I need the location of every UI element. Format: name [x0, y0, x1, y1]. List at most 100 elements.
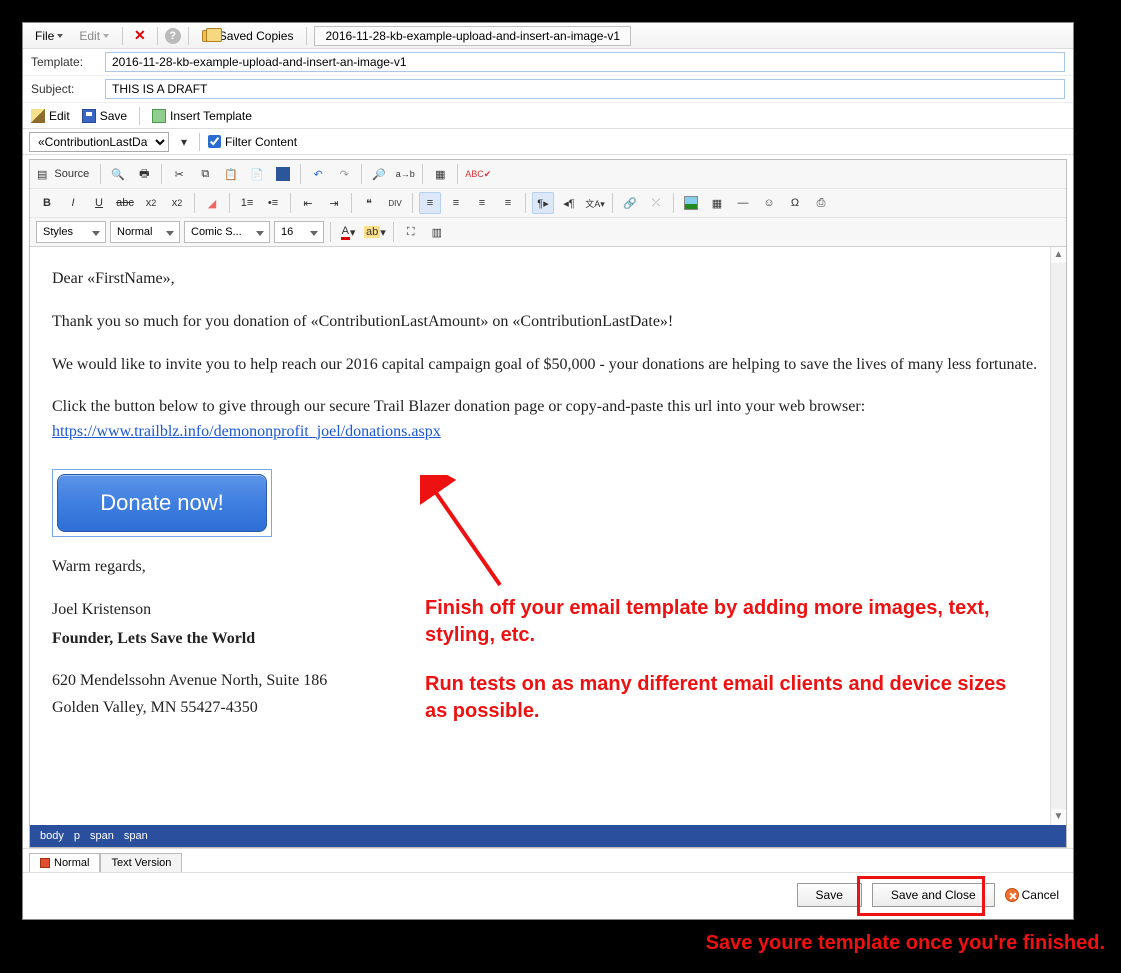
styles-combo[interactable]: Styles [36, 221, 106, 243]
source-button[interactable]: ▤ Source [36, 163, 94, 185]
spellcheck-icon[interactable]: ABC✔ [464, 163, 492, 185]
donate-image-selection[interactable]: Donate now! [52, 469, 272, 537]
donate-now-label: Donate now! [100, 486, 224, 520]
tab-text-version[interactable]: Text Version [100, 853, 182, 872]
scroll-up-icon[interactable]: ▲ [1051, 247, 1066, 263]
path-item[interactable]: body [40, 830, 64, 842]
paste-text-icon[interactable]: 📄 [246, 163, 268, 185]
bold-icon[interactable]: B [36, 192, 58, 214]
select-all-icon[interactable]: ▦ [429, 163, 451, 185]
smiley-icon[interactable]: ☺ [758, 192, 780, 214]
ltr-icon[interactable]: ¶▸ [532, 192, 554, 214]
subject-input[interactable] [105, 79, 1065, 99]
hr-icon[interactable]: — [732, 192, 754, 214]
insert-template-button[interactable]: Insert Template [152, 109, 252, 123]
filter-content-checkbox[interactable] [208, 135, 221, 148]
delete-icon[interactable]: ✕ [130, 27, 150, 44]
annotation-caption: Save youre template once you're finished… [706, 932, 1105, 955]
find-icon[interactable]: 🔎 [368, 163, 390, 185]
path-item[interactable]: p [74, 830, 80, 842]
separator [188, 27, 189, 45]
replace-icon[interactable]: a→b [394, 163, 416, 185]
format-combo[interactable]: Normal [110, 221, 180, 243]
edit-menu[interactable]: Edit [73, 27, 115, 45]
donation-link[interactable]: https://www.trailblz.info/demononprofit_… [52, 423, 441, 440]
size-combo[interactable]: 16 [274, 221, 324, 243]
indent-icon[interactable]: ⇥ [323, 192, 345, 214]
separator [122, 27, 123, 45]
align-left-icon[interactable]: ≡ [419, 192, 441, 214]
link-icon[interactable]: 🔗 [619, 192, 641, 214]
font-combo[interactable]: Comic S... [184, 221, 270, 243]
file-menu[interactable]: File [29, 27, 69, 45]
align-center-icon[interactable]: ≡ [445, 192, 467, 214]
paste-word-icon[interactable] [272, 163, 294, 185]
image-icon[interactable] [680, 192, 702, 214]
insert-template-label: Insert Template [170, 109, 252, 123]
maximize-icon[interactable]: ⛶ [400, 221, 422, 243]
table-icon[interactable]: ▦ [706, 192, 728, 214]
cancel-button[interactable]: Cancel [1005, 888, 1059, 902]
show-blocks-icon[interactable]: ▥ [426, 221, 448, 243]
scrollbar[interactable]: ▲ ▼ [1050, 247, 1066, 825]
blockquote-icon[interactable]: ❝ [358, 192, 380, 214]
rtl-icon[interactable]: ◂¶ [558, 192, 580, 214]
scroll-down-icon[interactable]: ▼ [1051, 809, 1066, 825]
language-icon[interactable]: 文A▾ [584, 192, 606, 214]
rte-toolbar-row-2: B I U abc x2 x2 ◢ 1≡ •≡ ⇤ ⇥ ❝ DIV ≡ ≡ [30, 188, 1066, 217]
save-and-close-button[interactable]: Save and Close [872, 883, 995, 907]
page-break-icon[interactable]: ⎙ [810, 192, 832, 214]
save-button[interactable]: Save [82, 109, 127, 123]
template-input[interactable] [105, 52, 1065, 72]
redo-icon[interactable]: ↷ [333, 163, 355, 185]
separator [330, 222, 331, 242]
italic-icon[interactable]: I [62, 192, 84, 214]
preview-icon[interactable]: 🔍 [107, 163, 129, 185]
div-icon[interactable]: DIV [384, 192, 406, 214]
separator [161, 164, 162, 184]
undo-icon[interactable]: ↶ [307, 163, 329, 185]
print-icon[interactable]: 🖶 [133, 163, 155, 185]
ordered-list-icon[interactable]: 1≡ [236, 192, 258, 214]
save-icon [82, 109, 96, 123]
save-button[interactable]: Save [797, 883, 862, 907]
email-template-editor-window: File Edit ✕ ? Saved Copies 2016-11-28-kb… [22, 22, 1074, 920]
align-right-icon[interactable]: ≡ [471, 192, 493, 214]
edit-button[interactable]: Edit [31, 109, 70, 123]
merge-field-dropdown[interactable]: «ContributionLastDate [29, 132, 169, 152]
signature-title: Founder, Lets Save the World [52, 630, 255, 647]
special-char-icon[interactable]: Ω [784, 192, 806, 214]
saved-copies-button[interactable]: Saved Copies [196, 27, 300, 45]
cut-icon[interactable]: ✂ [168, 163, 190, 185]
menubar: File Edit ✕ ? Saved Copies 2016-11-28-kb… [23, 23, 1073, 49]
separator [100, 164, 101, 184]
unordered-list-icon[interactable]: •≡ [262, 192, 284, 214]
path-item[interactable]: span [90, 830, 114, 842]
unlink-icon[interactable]: ⤫ [645, 192, 667, 214]
tab-normal[interactable]: Normal [29, 853, 100, 872]
subscript-icon[interactable]: x2 [140, 192, 162, 214]
action-toolbar: Edit Save Insert Template [23, 103, 1073, 129]
copy-icon[interactable]: ⧉ [194, 163, 216, 185]
outdent-icon[interactable]: ⇤ [297, 192, 319, 214]
underline-icon[interactable]: U [88, 192, 110, 214]
edit-menu-label: Edit [79, 29, 100, 43]
align-justify-icon[interactable]: ≡ [497, 192, 519, 214]
styles-combo-label: Styles [43, 226, 73, 238]
email-paragraph: Thank you so much for you donation of «C… [52, 310, 1044, 335]
template-field-row: Template: [23, 49, 1073, 76]
filter-content-toggle[interactable]: Filter Content [208, 135, 297, 149]
text-color-icon[interactable]: A▾ [337, 221, 359, 243]
separator [194, 193, 195, 213]
help-icon[interactable]: ? [165, 28, 181, 44]
subject-label: Subject: [31, 82, 99, 96]
strikethrough-icon[interactable]: abc [114, 192, 136, 214]
path-item[interactable]: span [124, 830, 148, 842]
eraser-icon[interactable]: ◢ [201, 192, 223, 214]
bg-color-icon[interactable]: ab▾ [363, 221, 387, 243]
superscript-icon[interactable]: x2 [166, 192, 188, 214]
paste-icon[interactable]: 📋 [220, 163, 242, 185]
donate-now-button[interactable]: Donate now! [57, 474, 267, 532]
merge-field-dropdown-caret[interactable]: ▾ [177, 131, 191, 153]
email-body-editor[interactable]: ▲ ▼ Dear «FirstName», Thank you so much … [30, 247, 1066, 825]
